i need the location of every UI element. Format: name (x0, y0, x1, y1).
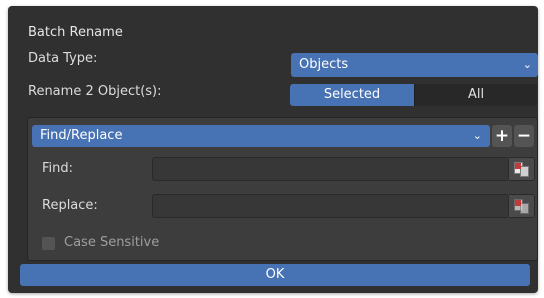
batch-rename-dialog: Batch Rename Data Type: Objects ⌄ Rename… (8, 6, 538, 293)
operation-panel: Find/Replace ⌄ + − Find: Replace: Case S… (27, 117, 538, 261)
operation-mode-value: Find/Replace (40, 128, 123, 143)
chevron-down-icon: ⌄ (522, 58, 532, 71)
replace-label: Replace: (42, 198, 98, 213)
data-type-value: Objects (299, 57, 349, 72)
scope-selected-button[interactable]: Selected (290, 84, 414, 106)
find-label: Find: (42, 161, 74, 176)
ok-button[interactable]: OK (20, 264, 530, 286)
add-operation-button[interactable]: + (492, 125, 512, 147)
data-type-label: Data Type: (28, 51, 98, 66)
case-sensitive-checkbox[interactable] (42, 237, 55, 250)
dialog-title: Batch Rename (28, 25, 123, 40)
replace-eyedropper-icon[interactable] (509, 194, 535, 218)
chevron-down-icon: ⌄ (472, 129, 482, 142)
data-type-dropdown[interactable]: Objects ⌄ (291, 53, 538, 77)
find-eyedropper-icon[interactable] (509, 157, 535, 181)
find-input[interactable] (152, 157, 509, 181)
operation-mode-dropdown[interactable]: Find/Replace ⌄ (32, 125, 490, 147)
remove-operation-button[interactable]: − (514, 125, 534, 147)
rename-count-label: Rename 2 Object(s): (28, 84, 162, 99)
rename-scope-toggle: Selected All (290, 84, 537, 106)
case-sensitive-label: Case Sensitive (64, 235, 160, 250)
scope-all-button[interactable]: All (414, 84, 537, 106)
replace-input[interactable] (152, 194, 509, 218)
